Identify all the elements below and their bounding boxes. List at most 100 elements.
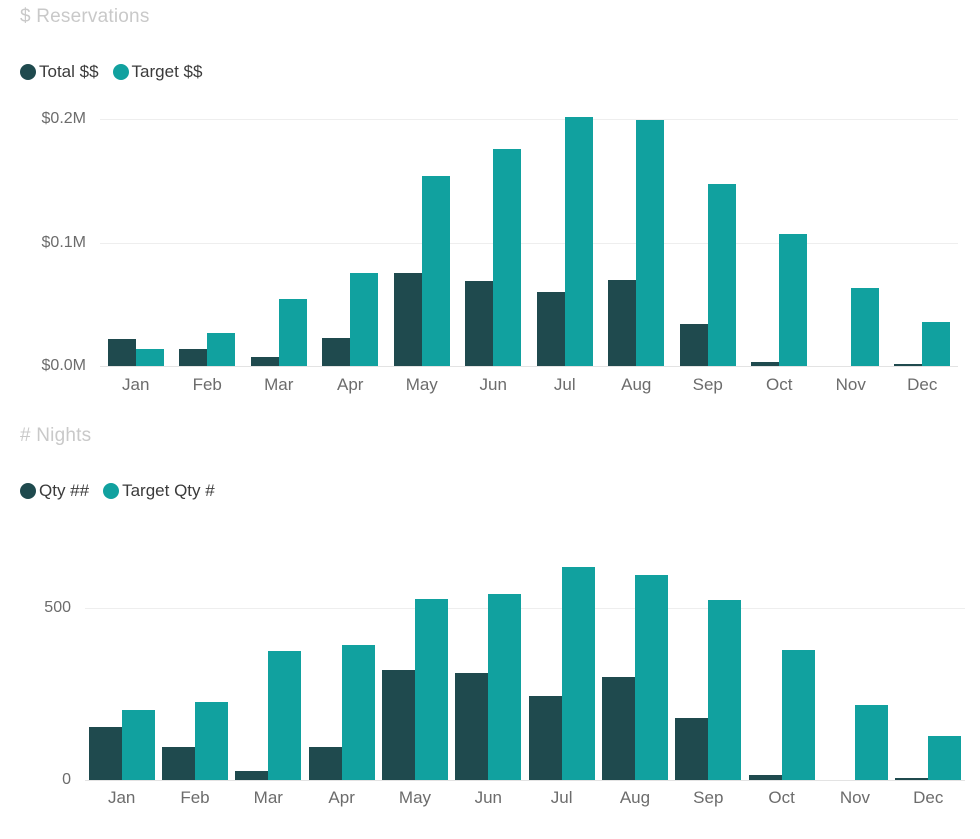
bar-group [378,560,451,780]
bar[interactable] [207,332,236,366]
bar[interactable] [781,650,815,780]
bar[interactable] [895,778,929,780]
x-axis-tick-label: Dec [907,375,938,394]
legend-item-target-qty[interactable]: Target Qty # [103,481,215,501]
bar[interactable] [107,338,136,366]
x-axis-tick-label: Aug [619,788,651,807]
x-axis-tick-label: Jul [553,375,576,394]
legend-dot-icon [20,483,36,499]
bar[interactable] [536,291,565,366]
bar-series-container [100,116,959,366]
x-axis-tick-label: Feb [192,375,222,394]
bar[interactable] [268,651,302,780]
legend-label-target-dollars: Target $$ [131,62,203,81]
bar[interactable] [675,718,709,780]
bar[interactable] [135,348,164,366]
bar[interactable] [455,673,489,780]
bar[interactable] [414,598,448,780]
bar-group [601,119,673,366]
bar-group [598,560,671,780]
x-axis-labels-nights: Jan Feb Mar Apr May Jun Jul Aug Sep Oct Nov Dec [85,788,965,808]
bar[interactable] [161,747,195,780]
x-axis-tick-label: Jan [107,788,136,807]
bar[interactable] [341,645,375,780]
x-axis-tick-label: Mar [253,788,283,807]
legend-item-qty[interactable]: Qty ## [20,481,89,501]
bar[interactable] [634,574,668,780]
legend-item-target-dollars[interactable]: Target $$ [112,62,203,82]
bar-group [815,119,887,366]
bar-group [158,560,231,780]
x-axis-tick-label: Apr [337,375,364,394]
bar[interactable] [393,273,422,366]
bar[interactable] [601,676,635,780]
bar-group [85,560,158,780]
bar[interactable] [564,116,593,366]
bar[interactable] [928,736,962,780]
bar[interactable] [707,184,736,366]
legend-label-target-qty: Target Qty # [122,481,215,500]
bar-group [672,119,744,366]
bar[interactable] [748,774,782,780]
bar-group [672,560,745,780]
bar-group [887,119,959,366]
bar-group [525,560,598,780]
bar[interactable] [381,670,415,780]
bar[interactable] [679,324,708,366]
bar[interactable] [636,120,665,366]
bar-group [232,560,305,780]
bar-group [243,119,315,366]
legend-label-total-dollars: Total $$ [39,62,99,81]
bar[interactable] [250,357,279,366]
x-axis-tick-label: Oct [766,375,793,394]
x-axis-tick-label: Apr [328,788,355,807]
legend-dot-icon [103,483,120,499]
legend-dot-icon [112,64,129,80]
bar[interactable] [493,148,522,366]
bar[interactable] [179,348,208,366]
legend-dot-icon [20,64,36,80]
bar[interactable] [708,600,742,780]
bar[interactable] [235,771,269,780]
bar[interactable] [278,299,307,366]
x-axis-labels-reservations: Jan Feb Mar Apr May Jun Jul Aug Sep Oct Nov Dec [100,375,958,395]
bar[interactable] [88,726,122,780]
legend-label-qty: Qty ## [39,481,90,500]
y-axis-tick-label: 0 [62,771,71,788]
bar-group [529,116,601,366]
bar[interactable] [561,566,595,780]
legend-item-total-dollars[interactable]: Total $$ [20,62,99,82]
bar-group [745,560,818,780]
x-axis-tick-label: Jan [122,375,150,394]
bar[interactable] [322,337,351,366]
bar[interactable] [922,321,951,366]
bar[interactable] [350,273,379,366]
bar[interactable] [608,279,637,366]
bar[interactable] [528,695,562,780]
x-axis-line [100,366,958,367]
x-axis-tick-label: Jun [474,788,503,807]
bar[interactable] [488,594,522,780]
y-axis-tick-label: $0.2M [41,110,86,127]
x-axis-tick-label: Jun [479,375,507,394]
bar[interactable] [779,233,808,366]
x-axis-tick-label: Nov [835,375,866,394]
bar[interactable] [894,364,923,366]
y-axis-tick-label: $0.0M [41,357,86,374]
x-axis-tick-label: Nov [839,788,871,807]
chart-panel-nights: # Nights Qty ## Target Qty # 0 500 Jan Feb… [0,415,980,839]
bar[interactable] [121,709,155,780]
bar-group [305,560,378,780]
chart-panel-reservations: $ Reservations Total $$ Target $$ $0.0M $… [0,0,980,415]
bar[interactable] [421,175,450,366]
bar[interactable] [850,288,879,366]
y-axis-tick-label: 500 [44,599,71,617]
bar[interactable] [465,280,494,366]
bar-group [818,560,891,780]
x-axis-tick-label: Dec [913,788,944,807]
bar[interactable] [751,362,780,366]
bar-group [892,560,965,780]
bar[interactable] [854,705,888,780]
bar[interactable] [194,701,228,780]
bar[interactable] [308,747,342,780]
